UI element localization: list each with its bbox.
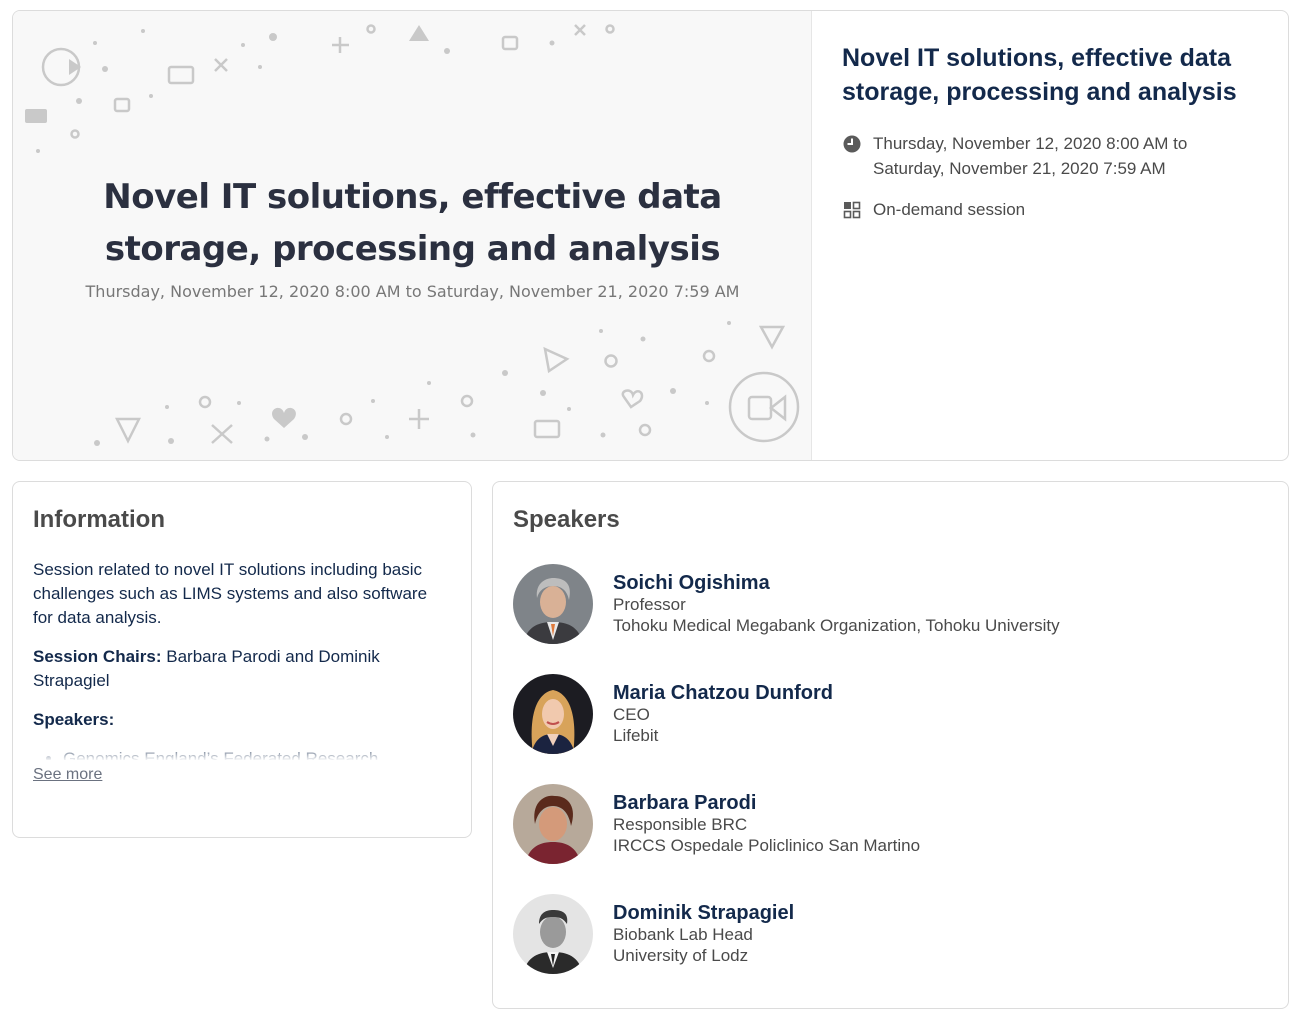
- speaker-item[interactable]: Barbara Parodi Responsible BRC IRCCS Osp…: [513, 784, 1268, 864]
- speaker-title: Responsible BRC: [613, 815, 748, 834]
- speaker-title: CEO: [613, 705, 650, 724]
- speaker-name[interactable]: Soichi Ogishima: [613, 572, 1060, 594]
- chairs-label: Session Chairs:: [33, 647, 162, 666]
- video-camera-icon: [728, 371, 800, 443]
- banner-date: Thursday, November 12, 2020 8:00 AM to S…: [85, 282, 740, 301]
- information-body: Session related to novel IT solutions in…: [33, 558, 451, 760]
- avatar: [513, 894, 593, 974]
- speaker-item[interactable]: Dominik Strapagiel Biobank Lab Head Univ…: [513, 894, 1268, 974]
- speaker-item[interactable]: Maria Chatzou Dunford CEO Lifebit: [513, 674, 1268, 754]
- speaker-name[interactable]: Barbara Parodi: [613, 792, 920, 814]
- avatar: [513, 564, 593, 644]
- avatar: [513, 784, 593, 864]
- banner-title: Novel IT solutions, effective data stora…: [103, 177, 722, 269]
- speaker-item[interactable]: Soichi Ogishima Professor Tohoku Medical…: [513, 564, 1268, 644]
- session-chairs: Session Chairs: Barbara Parodi and Domin…: [33, 645, 451, 693]
- avatar: [513, 674, 593, 754]
- speaker-organization: Tohoku Medical Megabank Organization, To…: [613, 616, 1060, 635]
- speaker-organization: University of Lodz: [613, 946, 749, 965]
- see-more-link[interactable]: See more: [33, 766, 102, 784]
- speakers-list: Genomics England’s Federated Research En…: [33, 747, 451, 760]
- speaker-organization: IRCCS Ospedale Policlinico San Martino: [613, 836, 921, 855]
- speaker-title: Professor: [613, 595, 686, 614]
- session-hero-card: Novel IT solutions, effective data stora…: [12, 10, 1289, 461]
- list-item: Genomics England’s Federated Research En…: [63, 747, 451, 760]
- session-banner-image: Novel IT solutions, effective data stora…: [13, 11, 812, 460]
- speakers-heading: Speakers: [513, 506, 620, 533]
- session-details: Novel IT solutions, effective data stora…: [842, 41, 1262, 222]
- speaker-title: Biobank Lab Head: [613, 925, 753, 944]
- speakers-list: Soichi Ogishima Professor Tohoku Medical…: [513, 564, 1268, 974]
- speakers-label: Speakers:: [33, 710, 115, 729]
- speakers-card: Speakers Soichi Ogishima Professor Tohok…: [492, 481, 1289, 1009]
- session-description: Session related to novel IT solutions in…: [33, 560, 428, 627]
- speaker-name[interactable]: Maria Chatzou Dunford: [613, 682, 833, 704]
- session-type: On-demand session: [873, 200, 1026, 219]
- grid-icon: [843, 201, 861, 219]
- session-title: Novel IT solutions, effective data stora…: [842, 44, 1237, 106]
- session-type-row: On-demand session: [842, 197, 1262, 222]
- speaker-name[interactable]: Dominik Strapagiel: [613, 902, 794, 924]
- session-date-row: Thursday, November 12, 2020 8:00 AM to S…: [842, 131, 1262, 181]
- clock-icon: [843, 135, 861, 153]
- speaker-organization: Lifebit: [613, 726, 659, 745]
- session-date: Thursday, November 12, 2020 8:00 AM to S…: [873, 134, 1188, 178]
- information-card: Information Session related to novel IT …: [12, 481, 472, 838]
- information-heading: Information: [33, 506, 165, 533]
